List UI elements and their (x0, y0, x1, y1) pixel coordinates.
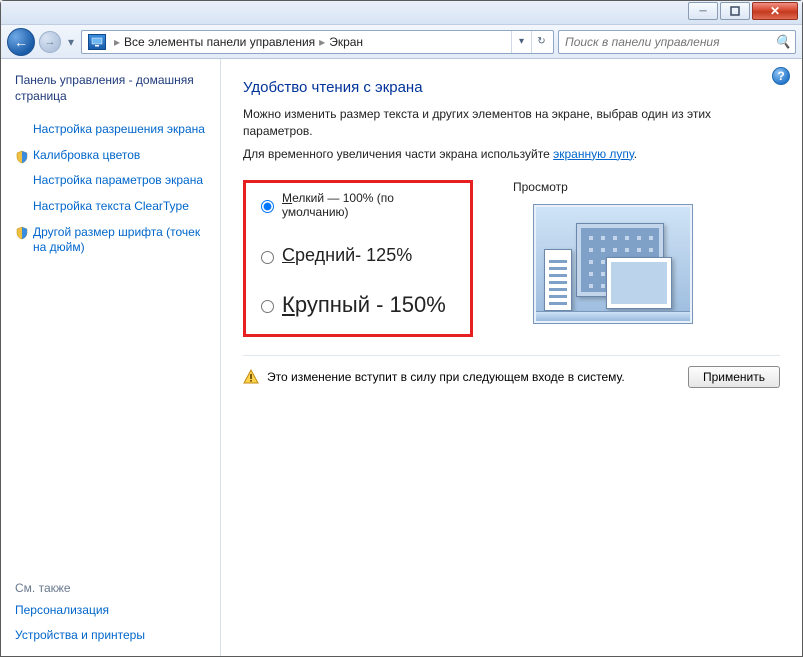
arrow-left-icon: ← (14, 34, 28, 50)
maximize-icon (730, 6, 740, 16)
preview-taskbar-icon (536, 311, 690, 321)
description-line2: Для временного увеличения части экрана и… (243, 146, 780, 163)
breadcrumb-leaf[interactable]: Экран (329, 35, 363, 49)
radio-medium[interactable] (261, 251, 274, 264)
shield-icon (15, 150, 29, 162)
nav-history-dropdown[interactable]: ▾ (65, 31, 77, 53)
search-input[interactable] (563, 34, 771, 50)
breadcrumb-root[interactable]: Все элементы панели управления (124, 35, 315, 49)
main-pane: ? Удобство чтения с экрана Можно изменит… (221, 59, 802, 656)
radio-large-label[interactable]: Крупный - 150% (282, 292, 446, 318)
description-line1: Можно изменить размер текста и других эл… (243, 106, 780, 140)
bullet-icon (15, 201, 29, 213)
refresh-icon: ↻ (537, 36, 545, 47)
bullet-icon (15, 124, 29, 136)
radio-large[interactable] (261, 300, 274, 313)
sidebar-link-label: Настройка параметров экрана (33, 173, 203, 187)
control-panel-home-link[interactable]: Панель управления - домашняя страница (15, 73, 214, 104)
preview-label: Просмотр (513, 180, 780, 194)
help-button[interactable]: ? (772, 67, 790, 85)
sidebar-link-devices-printers[interactable]: Устройства и принтеры (15, 628, 214, 644)
chevron-down-icon: ▾ (68, 35, 74, 49)
size-options-group: Мелкий — 100% (по умолчанию) Средний- 12… (243, 180, 473, 337)
address-bar[interactable]: ▸ Все элементы панели управления ▸ Экран… (81, 30, 554, 54)
close-button[interactable]: ✕ (752, 2, 798, 20)
sidebar-link-label: Настройка разрешения экрана (33, 122, 205, 136)
sidebar-link-resolution[interactable]: Настройка разрешения экрана (15, 122, 214, 138)
nav-back-button[interactable]: ← (7, 28, 35, 56)
preview-window-icon (606, 257, 672, 309)
radio-small-label[interactable]: Мелкий — 100% (по умолчанию) (282, 191, 456, 219)
preview-window-icon (544, 249, 572, 311)
search-icon[interactable]: 🔍 (775, 34, 791, 50)
address-dropdown-button[interactable]: ▾ (511, 31, 531, 53)
nav-forward-button[interactable]: → (39, 31, 61, 53)
display-icon (88, 34, 106, 50)
notice-text: Это изменение вступит в силу при следующ… (267, 370, 625, 384)
breadcrumb-sep-icon: ▸ (110, 35, 124, 49)
shield-icon (15, 226, 29, 238)
warning-icon (243, 369, 259, 385)
sidebar-link-custom-dpi[interactable]: Другой размер шрифта (точек на дюйм) (15, 225, 214, 256)
sidebar: Панель управления - домашняя страница На… (1, 59, 221, 656)
minimize-button[interactable]: ─ (688, 2, 718, 20)
search-bar[interactable]: 🔍 (558, 30, 796, 54)
control-panel-window: ─ ✕ ← → ▾ ▸ Все элементы панели управлен… (0, 0, 803, 657)
bullet-icon (15, 175, 29, 187)
arrow-right-icon: → (45, 36, 56, 48)
sidebar-link-label: Настройка текста ClearType (33, 199, 189, 213)
breadcrumb-sep-icon: ▸ (315, 35, 329, 49)
see-also-heading: См. также (15, 581, 214, 595)
radio-small[interactable] (261, 200, 274, 213)
chevron-down-icon: ▾ (519, 36, 524, 47)
magnifier-link[interactable]: экранную лупу (553, 147, 634, 161)
content-area: Панель управления - домашняя страница На… (1, 59, 802, 656)
sidebar-link-personalization[interactable]: Персонализация (15, 603, 214, 619)
close-icon: ✕ (770, 4, 780, 18)
titlebar: ─ ✕ (1, 1, 802, 25)
sidebar-link-label: Калибровка цветов (33, 148, 140, 162)
sidebar-link-calibrate[interactable]: Калибровка цветов (15, 148, 214, 164)
sidebar-link-cleartype[interactable]: Настройка текста ClearType (15, 199, 214, 215)
sidebar-link-display-params[interactable]: Настройка параметров экрана (15, 173, 214, 189)
refresh-button[interactable]: ↻ (531, 31, 551, 53)
divider (243, 355, 780, 356)
page-heading: Удобство чтения с экрана (243, 79, 780, 96)
apply-button[interactable]: Применить (688, 366, 780, 388)
help-icon: ? (777, 69, 784, 83)
preview-image (533, 204, 693, 324)
minimize-icon: ─ (699, 6, 706, 17)
maximize-button[interactable] (720, 2, 750, 20)
navbar: ← → ▾ ▸ Все элементы панели управления ▸… (1, 25, 802, 59)
desc-text: Для временного увеличения части экрана и… (243, 147, 553, 161)
desc-text: . (634, 147, 637, 161)
sidebar-link-label: Другой размер шрифта (точек на дюйм) (33, 225, 200, 255)
radio-medium-label[interactable]: Средний- 125% (282, 245, 412, 266)
